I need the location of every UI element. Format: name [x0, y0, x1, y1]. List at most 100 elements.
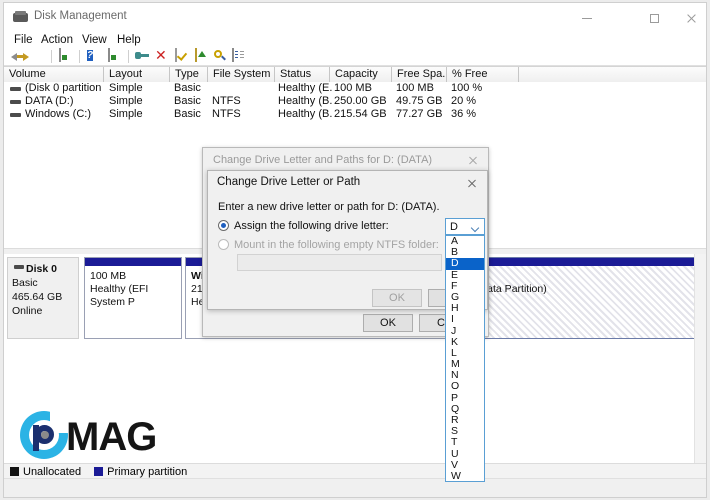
column-header-capacity[interactable]: Capacity	[330, 67, 392, 82]
menu-item-action[interactable]: Action	[36, 33, 78, 47]
column-header-type[interactable]: Type	[170, 67, 208, 82]
volume-icon	[10, 87, 21, 91]
radio-button-off-icon	[218, 239, 229, 250]
pcmag-watermark: MAG	[20, 407, 190, 463]
legend-item-unallocated: Unallocated	[10, 466, 84, 478]
status-bar	[4, 478, 706, 497]
disk-name: Disk 0	[26, 263, 57, 275]
inner-dialog-close-button[interactable]	[457, 171, 487, 195]
ntfs-folder-path-input[interactable]	[237, 254, 442, 271]
cell-status: Healthy (B...	[278, 95, 332, 107]
partition-efi[interactable]: 100 MB Healthy (EFI System P	[84, 257, 182, 339]
radio-mount-label: Mount in the following empty NTFS folder…	[234, 239, 439, 251]
drive-letter-combobox[interactable]: D	[445, 218, 485, 235]
dropdown-option-i[interactable]: I	[446, 314, 484, 325]
radio-assign-drive-letter[interactable]: Assign the following drive letter:	[218, 220, 389, 232]
cell-type: Basic	[174, 108, 201, 120]
radio-assign-label: Assign the following drive letter:	[234, 220, 389, 232]
watermark-text: MAG	[66, 415, 157, 459]
cell-status: Healthy (B...	[278, 108, 332, 120]
chevron-down-icon	[472, 225, 479, 229]
cell-free-space: 49.75 GB	[396, 95, 443, 107]
check-icon[interactable]	[175, 48, 190, 64]
show-hide-action-pane-icon[interactable]	[108, 48, 123, 64]
forward-icon[interactable]	[30, 49, 45, 64]
toolbar-separator-2	[79, 50, 80, 63]
column-header-file-system[interactable]: File System	[208, 67, 275, 82]
properties-tool-icon[interactable]	[135, 49, 150, 64]
disk-size: 465.64 GB	[12, 291, 63, 303]
cell-capacity: 100 MB	[334, 82, 372, 94]
legend-swatch-primary-partition	[94, 467, 104, 476]
cell-status: Healthy (E...	[278, 82, 332, 94]
partition-color-bar	[453, 258, 694, 266]
search-icon[interactable]	[213, 49, 228, 64]
cell-free-space: 77.27 GB	[396, 108, 443, 120]
radio-mount-ntfs-folder[interactable]: Mount in the following empty NTFS folder…	[218, 239, 439, 251]
help-icon[interactable]: ?	[87, 49, 102, 64]
radio-button-on-icon	[218, 220, 229, 231]
legend: Unallocated Primary partition	[4, 463, 706, 479]
outer-dialog-close-button[interactable]	[458, 148, 488, 172]
dropdown-option-d[interactable]: D	[446, 258, 484, 270]
inner-ok-button[interactable]: OK	[372, 289, 422, 307]
extend-volume-icon[interactable]	[195, 48, 210, 64]
cell-volume: (Disk 0 partition 2)	[25, 82, 105, 94]
legend-label-unallocated: Unallocated	[23, 466, 82, 478]
column-header-free-space[interactable]: Free Spa...	[392, 67, 447, 82]
column-header-percent-free[interactable]: % Free	[447, 67, 519, 82]
volume-rows: (Disk 0 partition 2) Simple Basic Health…	[4, 82, 706, 122]
legend-item-primary-partition: Primary partition	[94, 466, 187, 478]
details-icon[interactable]	[232, 48, 247, 64]
cell-type: Basic	[174, 82, 201, 94]
table-row[interactable]: Windows (C:) Simple Basic NTFS Healthy (…	[4, 108, 706, 121]
volume-icon	[10, 100, 21, 104]
delete-icon[interactable]: ✕	[155, 48, 170, 64]
menu-item-file[interactable]: File	[9, 33, 38, 47]
cell-layout: Simple	[109, 95, 143, 107]
cell-volume: Windows (C:)	[25, 108, 92, 120]
disk-icon	[14, 265, 24, 269]
inner-dialog-prompt: Enter a new drive letter or path for D: …	[218, 201, 440, 213]
toolbar-separator-1	[51, 50, 52, 63]
drive-letter-dropdown-list[interactable]: ABDEFGHIJKLMNOPQRSTUVWXYZ	[445, 235, 485, 482]
drive-letter-value: D	[450, 221, 458, 233]
menu-item-help[interactable]: Help	[112, 33, 146, 47]
toolbar: ? ✕	[4, 47, 706, 66]
volume-list-header: Volume Layout Type File System Status Ca…	[4, 66, 706, 83]
column-header-volume[interactable]: Volume	[4, 67, 104, 82]
cell-volume: DATA (D:)	[25, 95, 74, 107]
dropdown-option-t[interactable]: T	[446, 437, 484, 448]
dropdown-option-j[interactable]: J	[446, 325, 484, 337]
outer-dialog-title-bar: Change Drive Letter and Paths for D: (DA…	[203, 148, 488, 172]
cell-percent-free: 20 %	[451, 95, 477, 107]
show-hide-console-tree-icon[interactable]	[59, 48, 74, 64]
inner-dialog-title: Change Drive Letter or Path	[217, 176, 361, 188]
cell-file-system	[212, 82, 274, 95]
menu-item-view[interactable]: View	[77, 33, 112, 47]
partition-file-system: NTFS	[458, 270, 689, 283]
menu-bar: File Action View Help	[4, 31, 706, 48]
outer-dialog-title: Change Drive Letter and Paths for D: (DA…	[213, 154, 433, 166]
table-row[interactable]: DATA (D:) Simple Basic NTFS Healthy (B..…	[4, 95, 706, 108]
inner-dialog-title-bar: Change Drive Letter or Path	[208, 171, 487, 194]
volume-icon	[10, 113, 21, 117]
cell-layout: Simple	[109, 82, 143, 94]
graph-vertical-scrollbar[interactable]	[694, 254, 706, 466]
outer-ok-button[interactable]: OK	[363, 314, 413, 332]
cell-file-system: NTFS	[212, 95, 241, 107]
disk-info-panel[interactable]: Disk 0 Basic 465.64 GB Online	[7, 257, 79, 339]
title-bar: Disk Management	[4, 3, 706, 33]
partition-color-bar	[85, 258, 181, 266]
minimize-button[interactable]	[564, 3, 610, 33]
table-row[interactable]: (Disk 0 partition 2) Simple Basic Health…	[4, 82, 706, 95]
close-button[interactable]	[668, 3, 710, 33]
column-header-status[interactable]: Status	[275, 67, 330, 82]
column-header-layout[interactable]: Layout	[104, 67, 170, 82]
cell-percent-free: 100 %	[451, 82, 483, 94]
dropdown-option-o[interactable]: O	[446, 381, 484, 392]
partition-status: asic Data Partition)	[458, 283, 547, 295]
column-header-filler	[519, 67, 708, 82]
cell-percent-free: 36 %	[451, 108, 477, 120]
cell-capacity: 215.54 GB	[334, 108, 387, 120]
